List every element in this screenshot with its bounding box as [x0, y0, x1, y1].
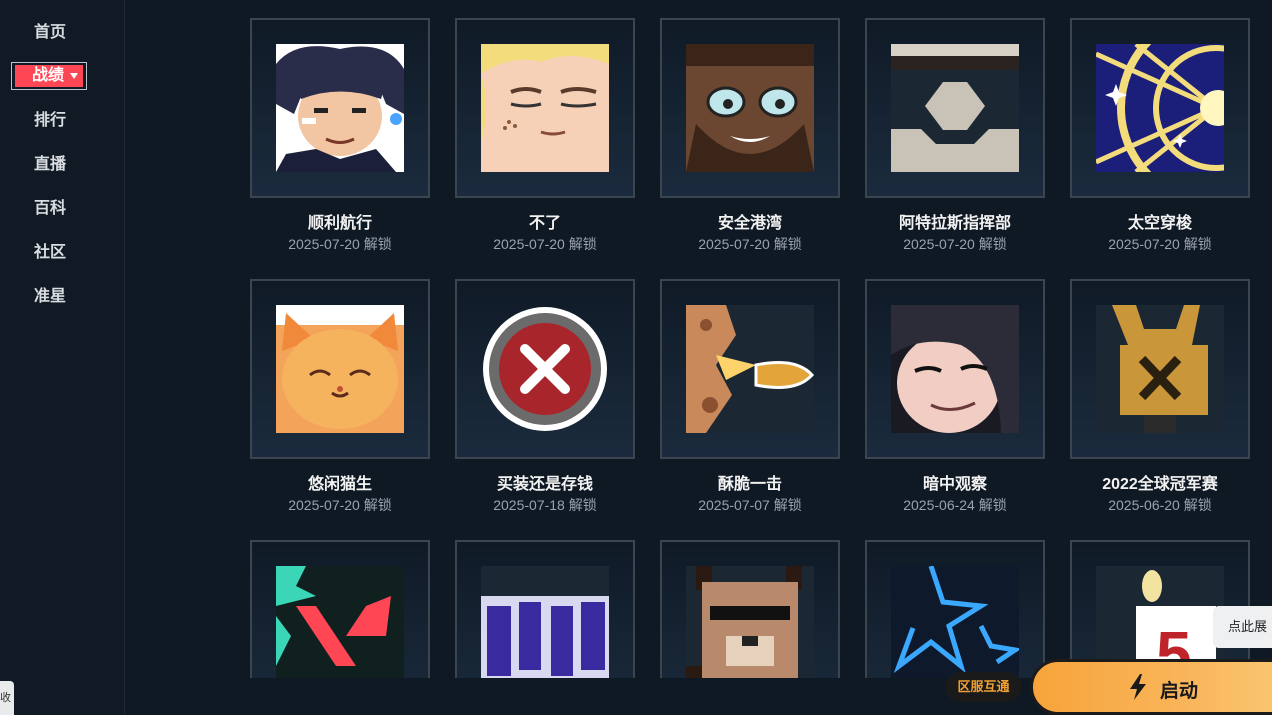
nav-record[interactable]: 战绩: [11, 62, 87, 90]
spray-title: 暗中观察: [922, 476, 987, 493]
nav-ranking[interactable]: 排行: [0, 109, 100, 133]
spray-frame: [1070, 279, 1250, 459]
spray-frame: [865, 279, 1045, 459]
nav-community[interactable]: 社区: [0, 241, 100, 265]
spray-image-space-sun: [1096, 44, 1224, 172]
spray-image-bearded-face: [686, 44, 814, 172]
spray-image-champions-trophy: [1096, 305, 1224, 433]
spray-frame: [250, 540, 430, 678]
spray-unlock-date: 2025-06-24 解锁: [903, 497, 1007, 513]
spray-frame: [455, 18, 635, 198]
spray-title: 不了: [528, 215, 561, 232]
spray-frame: [865, 540, 1045, 678]
spray-image-wink-face: [481, 44, 609, 172]
spray-frame: [660, 18, 840, 198]
cross-server-badge: 区服互通: [945, 672, 1022, 702]
spray-unlock-date: 2025-07-20 解锁: [288, 236, 392, 252]
expand-tooltip[interactable]: 点此展: [1213, 606, 1272, 648]
spray-image-agent-boy: [276, 44, 404, 172]
nav-wiki[interactable]: 百科: [0, 197, 100, 221]
nav-home[interactable]: 首页: [0, 21, 100, 45]
spray-title: 安全港湾: [717, 215, 782, 232]
caret-down-icon: [70, 73, 78, 79]
spray-frame: [660, 279, 840, 459]
spray-image-pixel-dog: [686, 566, 814, 678]
nav-live[interactable]: 直播: [0, 153, 100, 177]
spray-frame: [1070, 18, 1250, 198]
spray-frame: [865, 18, 1045, 198]
spray-unlock-date: 2025-06-20 解锁: [1108, 497, 1212, 513]
spray-title: 买装还是存钱: [496, 476, 593, 493]
spray-title: 顺利航行: [307, 215, 372, 232]
spray-title: 2022全球冠军赛: [1102, 476, 1218, 493]
spray-unlock-date: 2025-07-20 解锁: [493, 236, 597, 252]
launch-label: 启动: [1160, 681, 1199, 702]
spray-frame: [660, 540, 840, 678]
spray-title: 酥脆一击: [717, 476, 782, 493]
spray-unlock-date: 2025-07-20 解锁: [698, 236, 802, 252]
spray-unlock-date: 2025-07-20 解锁: [1108, 236, 1212, 252]
spray-image-bullet: [686, 305, 814, 433]
spray-image-neon-stars: [891, 566, 1019, 678]
spray-image-valorant-logo: [276, 566, 404, 678]
spray-title: 太空穿梭: [1127, 215, 1192, 232]
spray-frame: [455, 540, 635, 678]
spray-image-peeking-face: [891, 305, 1019, 433]
spray-image-atlas-logo: [891, 44, 1019, 172]
spray-image-graffiti: [481, 566, 609, 678]
spray-unlock-date: 2025-07-20 解锁: [903, 236, 1007, 252]
collapse-side-tab[interactable]: 收: [0, 681, 14, 715]
sidebar: 首页 战绩 排行 直播 百科 社区 准星: [0, 0, 125, 715]
lightning-icon: [1130, 674, 1146, 700]
spray-unlock-date: 2025-07-07 解锁: [698, 497, 802, 513]
spray-title: 阿特拉斯指挥部: [898, 215, 1011, 232]
spray-frame: [250, 18, 430, 198]
spray-image-cancel-x: [481, 305, 609, 433]
nav-record-label: 战绩: [32, 67, 65, 84]
spray-title: 悠闲猫生: [307, 476, 372, 493]
spray-unlock-date: 2025-07-18 解锁: [493, 497, 597, 513]
spray-frame: [455, 279, 635, 459]
launch-button[interactable]: 启动: [1030, 659, 1272, 715]
nav-crosshair[interactable]: 准星: [0, 285, 100, 309]
spray-unlock-date: 2025-07-20 解锁: [288, 497, 392, 513]
spray-frame: [250, 279, 430, 459]
spray-image-cat: [276, 305, 404, 433]
spray-grid: 顺利航行 2025-07-20 解锁 不了 2025-07-20 解锁 安全港湾…: [124, 0, 1272, 678]
